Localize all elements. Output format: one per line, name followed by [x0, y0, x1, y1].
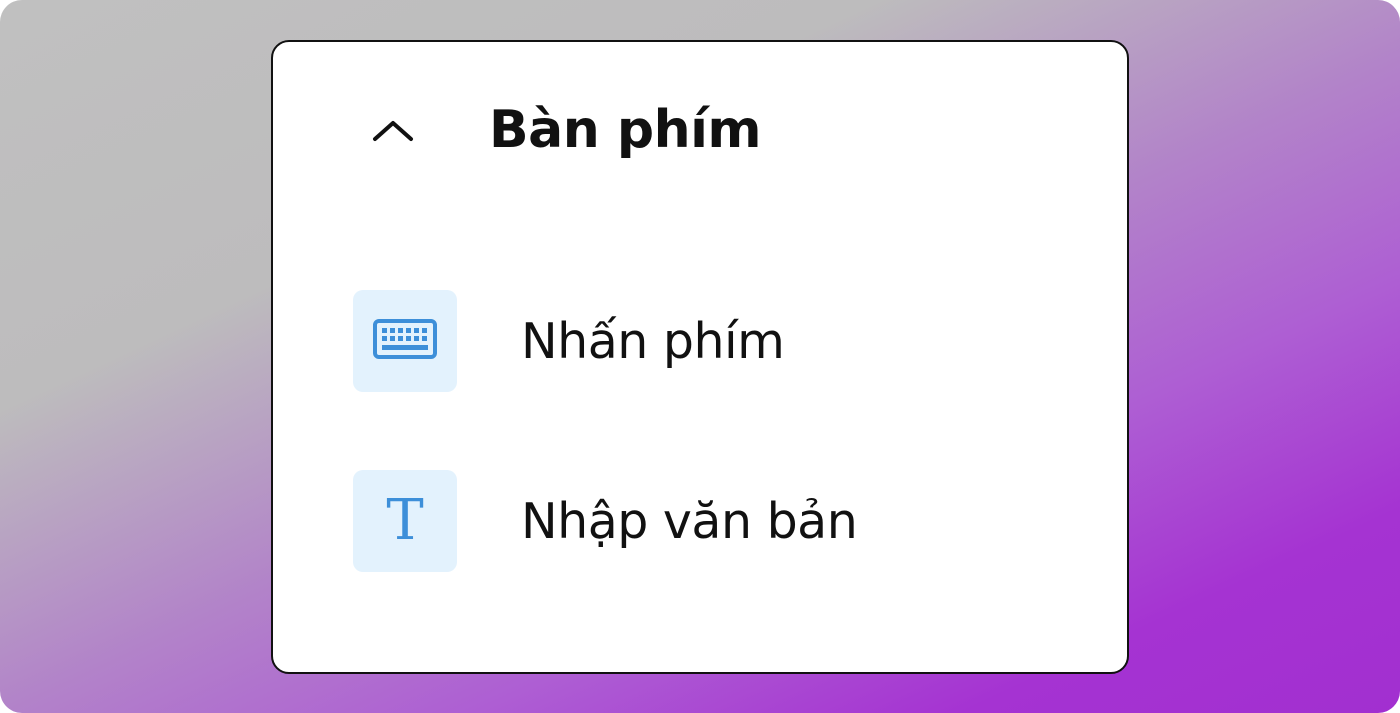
- icon-tile: [353, 290, 457, 392]
- background-frame: Bàn phím Nhấn phím T Nhập văn bản: [0, 0, 1400, 713]
- action-item-label: Nhập văn bản: [521, 492, 858, 550]
- action-item-key-press[interactable]: Nhấn phím: [353, 289, 1053, 393]
- actions-panel: Bàn phím Nhấn phím T Nhập văn bản: [271, 40, 1129, 674]
- keyboard-icon: [373, 319, 437, 363]
- icon-tile: T: [353, 470, 457, 572]
- chevron-up-icon[interactable]: [363, 100, 423, 160]
- action-item-type-text[interactable]: T Nhập văn bản: [353, 469, 1053, 573]
- action-item-label: Nhấn phím: [521, 312, 785, 370]
- text-t-icon: T: [386, 488, 424, 553]
- section-title: Bàn phím: [489, 100, 762, 160]
- section-header-keyboard[interactable]: Bàn phím: [363, 90, 863, 170]
